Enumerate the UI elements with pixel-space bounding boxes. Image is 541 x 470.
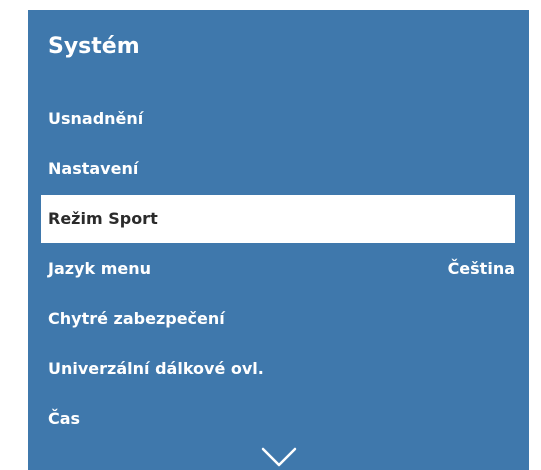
menu-item-nastaveni[interactable]: Nastavení [41,145,515,193]
menu-item-rezim-sport[interactable]: Režim Sport [41,195,515,243]
menu-item-label: Režim Sport [48,209,158,228]
menu-item-label: Chytré zabezpečení [48,309,225,328]
menu-item-cas[interactable]: Čas [41,395,515,443]
settings-menu: Usnadnění Nastavení Režim Sport Jazyk me… [41,95,515,445]
menu-item-label: Čas [48,409,81,428]
menu-item-chytre-zabezpeceni[interactable]: Chytré zabezpečení [41,295,515,343]
menu-item-label: Jazyk menu [48,259,152,278]
menu-item-label: Univerzální dálkové ovl. [48,359,264,378]
menu-item-value: Čeština [447,259,515,278]
menu-item-label: Usnadnění [48,109,144,128]
menu-item-usnadneni[interactable]: Usnadnění [41,95,515,143]
page-title: Systém [48,34,140,59]
menu-item-label: Nastavení [48,159,139,178]
menu-item-univerzalni-dalkove-ovl[interactable]: Univerzální dálkové ovl. [41,345,515,393]
chevron-down-icon[interactable] [261,446,297,468]
menu-item-jazyk-menu[interactable]: Jazyk menu Čeština [41,245,515,293]
system-menu-panel: Systém Usnadnění Nastavení Režim Sport J… [28,10,529,470]
